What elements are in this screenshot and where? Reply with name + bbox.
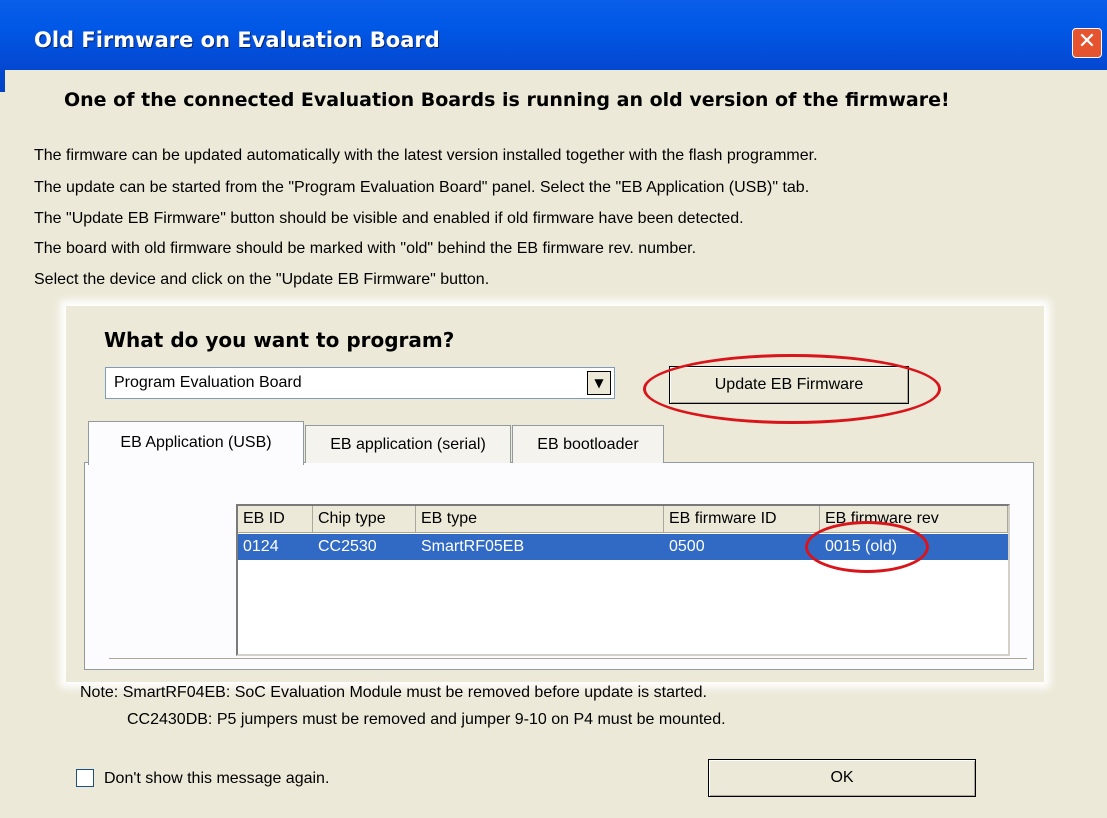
update-eb-firmware-button[interactable]: Update EB Firmware xyxy=(669,366,909,404)
window-title: Old Firmware on Evaluation Board xyxy=(34,28,440,52)
paragraph-3: The "Update EB Firmware" button should b… xyxy=(34,210,744,227)
dont-show-again-label[interactable]: Don't show this message again. xyxy=(104,770,329,788)
ok-button[interactable]: OK xyxy=(708,759,976,797)
cell-eb-id: 0124 xyxy=(243,538,279,555)
column-header-eb-type[interactable]: EB type xyxy=(416,506,664,532)
cell-eb-type: SmartRF05EB xyxy=(421,538,525,555)
device-list-header: EB ID Chip type EB type EB firmware ID E… xyxy=(238,506,1008,533)
tab-page-divider xyxy=(109,658,1027,659)
eb-device-list[interactable]: EB ID Chip type EB type EB firmware ID E… xyxy=(236,504,1010,656)
tab-eb-application-serial[interactable]: EB application (serial) xyxy=(305,425,511,463)
tab-eb-application-usb[interactable]: EB Application (USB) xyxy=(88,421,304,465)
note-line-1: Note: SmartRF04EB: SoC Evaluation Module… xyxy=(80,684,707,701)
cell-chip-type: CC2530 xyxy=(318,538,377,555)
dropdown-arrow-icon[interactable]: ▼ xyxy=(587,371,611,395)
column-header-eb-id[interactable]: EB ID xyxy=(238,506,313,532)
close-icon[interactable]: ✕ xyxy=(1072,28,1102,58)
dont-show-again-checkbox[interactable] xyxy=(76,769,94,787)
program-question-label: What do you want to program? xyxy=(104,328,455,352)
dialog-heading: One of the connected Evaluation Boards i… xyxy=(64,89,950,111)
tab-eb-bootloader[interactable]: EB bootloader xyxy=(512,425,664,463)
paragraph-4: The board with old firmware should be ma… xyxy=(34,240,697,257)
cell-eb-firmware-id: 0500 xyxy=(669,538,705,555)
paragraph-2: The update can be started from the "Prog… xyxy=(34,179,810,196)
column-header-eb-firmware-id[interactable]: EB firmware ID xyxy=(664,506,820,532)
cell-eb-firmware-rev: 0015 (old) xyxy=(825,538,898,555)
program-type-value: Program Evaluation Board xyxy=(114,374,302,391)
table-row[interactable]: 0124 CC2530 SmartRF05EB 0500 0015 (old) xyxy=(238,534,1008,560)
paragraph-5: Select the device and click on the "Upda… xyxy=(34,271,490,288)
column-header-chip-type[interactable]: Chip type xyxy=(313,506,416,532)
note-line-2: CC2430DB: P5 jumpers must be removed and… xyxy=(127,711,726,728)
column-header-eb-firmware-rev[interactable]: EB firmware rev xyxy=(820,506,1008,532)
paragraph-1: The firmware can be updated automaticall… xyxy=(34,147,818,164)
program-type-select[interactable]: Program Evaluation Board ▼ xyxy=(105,367,615,399)
